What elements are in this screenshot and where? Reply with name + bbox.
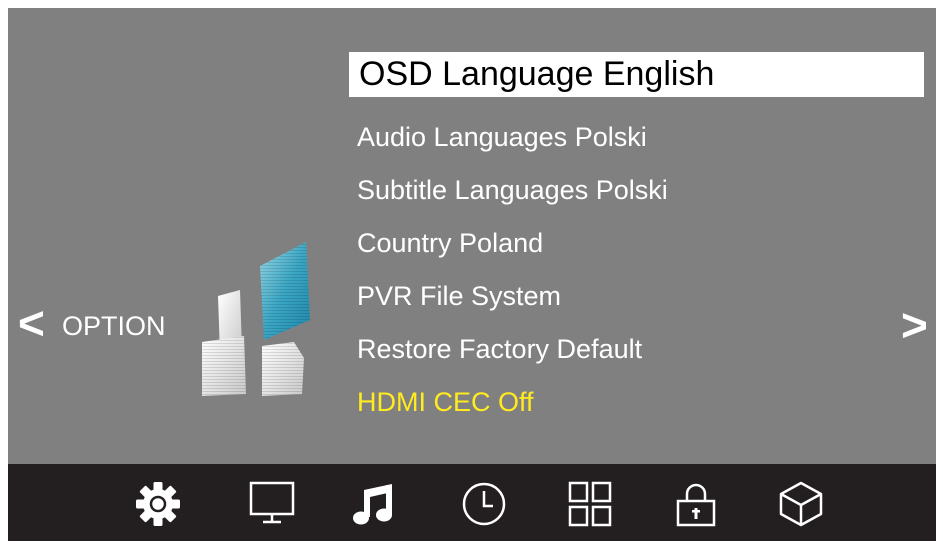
menu-tab-bar [8,464,936,541]
osd-screen: < OPTION OSD Language English Audio Lang… [8,8,936,541]
music-note-icon[interactable] [349,481,401,527]
menu-item-pvr-file-system[interactable]: PVR File System [349,274,924,319]
option-graphic-icon [202,242,310,396]
menu-item-subtitle-languages[interactable]: Subtitle Languages Polski [349,168,924,213]
menu-item-osd-language[interactable]: OSD Language English [349,52,924,97]
grid-icon[interactable] [564,481,616,527]
section-label: OPTION [62,311,166,341]
menu-item-restore-factory-default[interactable]: Restore Factory Default [349,327,924,372]
menu-item-audio-languages[interactable]: Audio Languages Polski [349,115,924,160]
next-section-arrow[interactable]: > [901,302,928,348]
previous-section-arrow[interactable]: < [18,300,45,346]
gear-icon[interactable] [132,481,184,527]
menu-item-hdmi-cec[interactable]: HDMI CEC Off [349,380,924,425]
option-panel: < OPTION OSD Language English Audio Lang… [8,8,936,464]
clock-icon[interactable] [458,481,510,527]
cube-icon[interactable] [775,481,827,527]
menu-item-country[interactable]: Country Poland [349,221,924,266]
lock-icon[interactable] [670,481,722,527]
monitor-icon[interactable] [246,481,298,527]
